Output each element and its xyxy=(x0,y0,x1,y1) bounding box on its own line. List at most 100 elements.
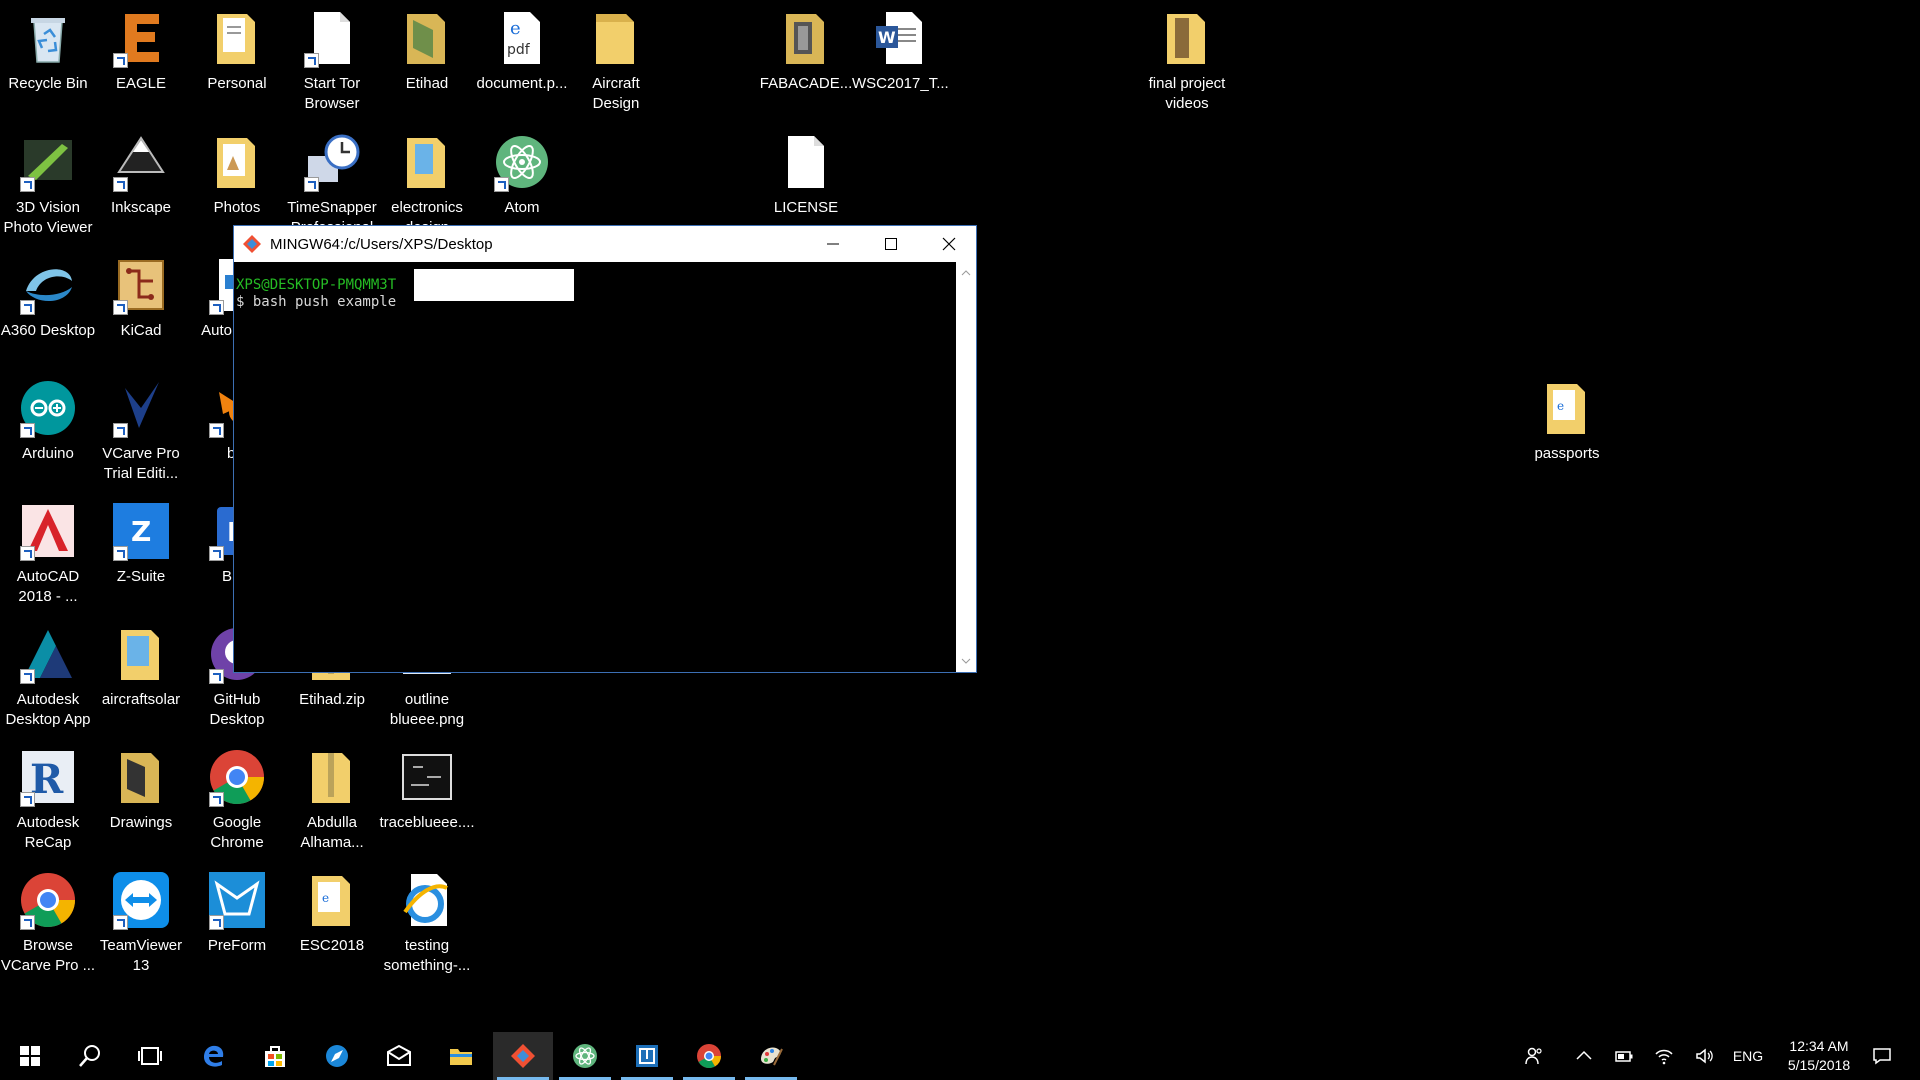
desktop-icon-traceblueee[interactable]: traceblueee.... xyxy=(379,739,475,857)
close-icon xyxy=(942,237,956,251)
desktop-icon-abdulla-alhama[interactable]: Abdulla Alhama... xyxy=(284,739,380,857)
people-icon xyxy=(1525,1047,1542,1065)
desktop-icon-aircraftsolar[interactable]: aircraftsolar xyxy=(93,616,189,734)
desktop-icon-aircraft-design[interactable]: Aircraft Design xyxy=(568,0,664,118)
title-bar[interactable]: MINGW64:/c/Users/XPS/Desktop xyxy=(234,226,976,262)
window-title: MINGW64:/c/Users/XPS/Desktop xyxy=(270,235,493,253)
pdf-icon: e pdf xyxy=(490,6,554,70)
desktop-icon-personal[interactable]: Personal xyxy=(189,0,285,118)
taskbar-paint[interactable] xyxy=(741,1032,801,1080)
shortcut-arrow-icon xyxy=(209,669,224,684)
taskbar-app-box[interactable] xyxy=(617,1032,677,1080)
desktop-icon-autodesk-recap[interactable]: R Autodesk ReCap xyxy=(0,739,96,857)
shortcut-arrow-icon xyxy=(113,53,128,68)
desktop-icon-kicad[interactable]: KiCad xyxy=(93,247,189,365)
desktop-icon-start-tor-browser[interactable]: Start Tor Browser xyxy=(284,0,380,118)
clock-date: 5/15/2018 xyxy=(1787,1057,1851,1073)
desktop-icon-label: Personal xyxy=(207,75,267,92)
shortcut-arrow-icon xyxy=(209,300,224,315)
desktop-icon-label: Autodesk Desktop App xyxy=(5,691,91,728)
desktop-icon-document-pdf[interactable]: e pdf document.p... xyxy=(474,0,570,118)
terminal-content[interactable]: XPS@DESKTOP-PMQMM3T $ bash push example xyxy=(234,262,956,672)
zsuite-icon: Z xyxy=(109,499,173,563)
desktop-icon-autocad[interactable]: AutoCAD 2018 - ... xyxy=(0,493,96,611)
desktop-icon-esc2018[interactable]: e ESC2018 xyxy=(284,862,380,980)
desktop-icon-testing-something[interactable]: testing something-... xyxy=(379,862,475,980)
show-hidden-icons-button[interactable] xyxy=(1564,1032,1604,1080)
desktop-icon-label: ESC2018 xyxy=(299,937,365,954)
desktop-icon-wsc2017[interactable]: W WSC2017_T... xyxy=(852,0,948,118)
shortcut-arrow-icon xyxy=(113,423,128,438)
svg-text:Z: Z xyxy=(131,515,151,548)
folder-icon xyxy=(205,6,269,70)
taskbar-app-blue[interactable] xyxy=(307,1032,367,1080)
people-button[interactable] xyxy=(1514,1032,1554,1080)
edge-icon xyxy=(204,1045,224,1067)
desktop-icon-recycle-bin[interactable]: Recycle Bin xyxy=(0,0,96,118)
vertical-scrollbar[interactable] xyxy=(956,262,976,672)
chrome-icon xyxy=(697,1044,721,1069)
search-button[interactable] xyxy=(60,1032,120,1080)
folder-icon xyxy=(205,130,269,194)
desktop-icon-teamviewer[interactable]: TeamViewer 13 xyxy=(93,862,189,980)
close-button[interactable] xyxy=(920,226,978,262)
minimize-button[interactable] xyxy=(804,226,862,262)
desktop-icon-3d-vision[interactable]: 3D Vision Photo Viewer xyxy=(0,124,96,242)
desktop-icon-vcarve[interactable]: VCarve Pro Trial Editi... xyxy=(93,370,189,488)
desktop-icon-z-suite[interactable]: Z Z-Suite xyxy=(93,493,189,611)
desktop-icon-eagle[interactable]: EAGLE xyxy=(93,0,189,118)
battery-button[interactable] xyxy=(1604,1032,1644,1080)
taskbar-git-bash[interactable] xyxy=(493,1032,553,1080)
desktop-icon-arduino[interactable]: Arduino xyxy=(0,370,96,488)
desktop-icon-a360[interactable]: A360 Desktop xyxy=(0,247,96,365)
shortcut-arrow-icon xyxy=(20,669,35,684)
shortcut-arrow-icon xyxy=(113,546,128,561)
desktop-icon-drawings[interactable]: Drawings xyxy=(93,739,189,857)
arduino-icon xyxy=(16,376,80,440)
redacted-region xyxy=(414,269,574,301)
desktop-icon-passports[interactable]: e passports xyxy=(1519,370,1615,488)
desktop-icon-label: Atom xyxy=(504,199,540,216)
shortcut-arrow-icon xyxy=(20,792,35,807)
desktop-icon-label: Inkscape xyxy=(110,199,172,216)
scroll-down-icon[interactable] xyxy=(961,656,971,666)
desktop-icon-autodesk-desktop-app[interactable]: Autodesk Desktop App xyxy=(0,616,96,734)
desktop-icon-label: Etihad xyxy=(405,75,449,92)
shortcut-arrow-icon xyxy=(209,546,224,561)
file-icon xyxy=(774,130,838,194)
shortcut-arrow-icon xyxy=(494,177,509,192)
shortcut-arrow-icon xyxy=(20,177,35,192)
desktop-icon-browse-vcarve[interactable]: Browse VCarve Pro ... xyxy=(0,862,96,980)
terminal-window[interactable]: MINGW64:/c/Users/XPS/Desktop XPS@DESKTOP… xyxy=(233,225,977,673)
svg-text:e: e xyxy=(322,891,329,905)
desktop-icon-fabacade[interactable]: FABACADE... xyxy=(758,0,854,118)
taskbar-atom[interactable] xyxy=(555,1032,615,1080)
taskbar-chrome[interactable] xyxy=(679,1032,739,1080)
maximize-button[interactable] xyxy=(862,226,920,262)
taskbar-store[interactable] xyxy=(245,1032,305,1080)
clock[interactable]: 12:34 AM 5/15/2018 xyxy=(1774,1032,1864,1080)
desktop-icon-google-chrome[interactable]: Google Chrome xyxy=(189,739,285,857)
desktop-icon-label: GitHub Desktop xyxy=(209,691,265,728)
scroll-up-icon[interactable] xyxy=(961,268,971,278)
box-app-icon xyxy=(636,1045,658,1067)
chrome-icon xyxy=(205,745,269,809)
desktop-icon-inkscape[interactable]: Inkscape xyxy=(93,124,189,242)
network-button[interactable] xyxy=(1644,1032,1684,1080)
desktop-icon-etihad[interactable]: Etihad xyxy=(379,0,475,118)
autocad-icon xyxy=(16,499,80,563)
taskbar-mail[interactable] xyxy=(369,1032,429,1080)
svg-text:pdf: pdf xyxy=(507,42,531,58)
desktop-icon-preform[interactable]: PreForm xyxy=(189,862,285,980)
task-view-button[interactable] xyxy=(120,1032,180,1080)
ie-file-icon xyxy=(395,868,459,932)
taskbar-edge[interactable] xyxy=(183,1032,243,1080)
preform-icon xyxy=(205,868,269,932)
desktop-icon-final-project-videos[interactable]: final project videos xyxy=(1139,0,1235,118)
start-button[interactable] xyxy=(0,1032,60,1080)
taskbar-file-explorer[interactable] xyxy=(431,1032,491,1080)
language-indicator[interactable]: ENG xyxy=(1726,1032,1770,1080)
action-center-button[interactable] xyxy=(1860,1032,1904,1080)
teamviewer-icon xyxy=(109,868,173,932)
volume-button[interactable] xyxy=(1684,1032,1724,1080)
